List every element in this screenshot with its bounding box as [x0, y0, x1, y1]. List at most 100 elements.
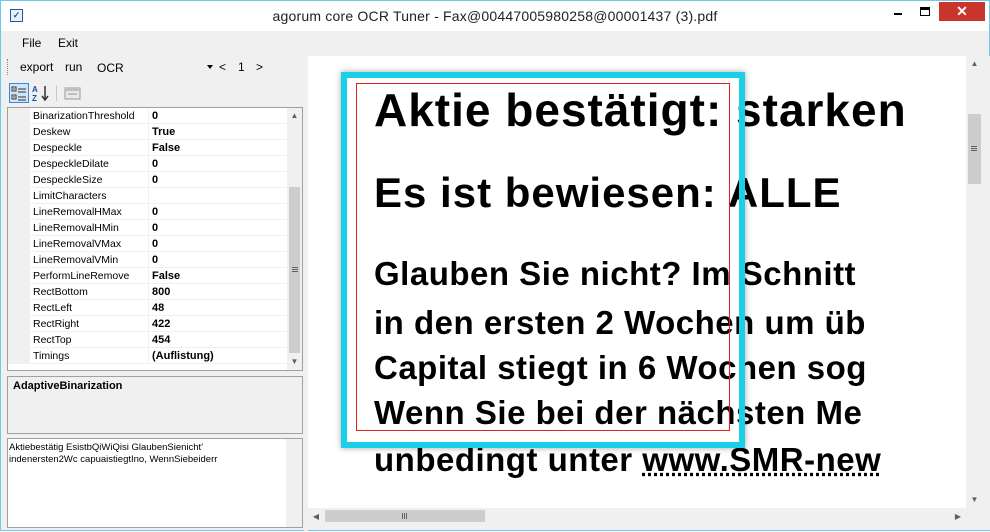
property-name: PerformLineRemove [33, 270, 130, 282]
menu-bar: File Exit [1, 31, 989, 53]
property-row[interactable]: RectRight 422 [8, 316, 287, 332]
svg-text:A: A [32, 85, 38, 94]
ocr-result-scrollbar[interactable] [286, 439, 302, 527]
property-row-gutter [8, 332, 30, 348]
mode-select[interactable]: OCR [92, 57, 218, 76]
alphabetical-view-button[interactable]: A Z [31, 83, 51, 103]
property-row[interactable]: PerformLineRemove False [8, 268, 287, 284]
property-row[interactable]: LineRemovalVMin 0 [8, 252, 287, 268]
scroll-down-arrow[interactable]: ▼ [287, 354, 302, 370]
property-value[interactable]: True [152, 126, 175, 138]
size-grip [966, 508, 983, 525]
property-rows: BinarizationThreshold 0 Deskew True Despeckl… [8, 108, 287, 364]
ocr-result-textarea[interactable]: Aktiebestätig EsistbQiWiQisi GlaubenSien… [7, 438, 303, 528]
property-grid[interactable]: BinarizationThreshold 0 Deskew True Despeckl… [7, 107, 303, 371]
run-button[interactable]: run [65, 60, 82, 74]
property-row[interactable]: DespeckleSize 0 [8, 172, 287, 188]
property-row[interactable]: LineRemovalHMin 0 [8, 220, 287, 236]
property-value[interactable]: 422 [152, 318, 170, 330]
property-value[interactable]: 0 [152, 110, 158, 122]
property-row[interactable]: Deskew True [8, 124, 287, 140]
property-description-title: AdaptiveBinarization [13, 380, 123, 392]
property-value[interactable]: 0 [152, 158, 158, 170]
categorized-icon [11, 86, 26, 101]
maximize-icon [920, 7, 930, 16]
scroll-left-arrow[interactable]: ◀ [308, 508, 324, 525]
categorized-view-button[interactable] [9, 83, 29, 103]
minimize-button[interactable] [885, 2, 911, 21]
property-row-gutter [8, 156, 30, 172]
toolbar-grip[interactable] [7, 59, 10, 75]
property-value[interactable]: 0 [152, 238, 158, 250]
menu-exit[interactable]: Exit [58, 36, 78, 50]
property-row[interactable]: Despeckle False [8, 140, 287, 156]
property-row[interactable]: LimitCharacters [8, 188, 287, 204]
scroll-up-arrow[interactable]: ▲ [287, 108, 302, 124]
property-column-divider [148, 268, 149, 284]
app-window: ✓ agorum core OCR Tuner - Fax@0044700598… [0, 0, 990, 532]
scroll-grip-icon [402, 513, 407, 519]
property-name: Despeckle [33, 142, 83, 154]
property-name: RectTop [33, 334, 72, 346]
document-view[interactable]: Aktie bestätigt: starken Es ist bewiesen… [308, 56, 990, 530]
property-row[interactable]: RectLeft 48 [8, 300, 287, 316]
property-value[interactable]: (Auflistung) [152, 350, 214, 362]
property-row-gutter [8, 252, 30, 268]
property-description-panel: AdaptiveBinarization [7, 376, 303, 434]
export-button[interactable]: export [20, 60, 53, 74]
property-value[interactable]: 0 [152, 254, 158, 266]
property-row-gutter [8, 188, 30, 204]
property-row-gutter [8, 236, 30, 252]
property-row[interactable]: RectBottom 800 [8, 284, 287, 300]
title-bar[interactable]: ✓ agorum core OCR Tuner - Fax@0044700598… [1, 1, 989, 31]
scroll-grip-icon [292, 267, 298, 272]
scroll-thumb[interactable] [289, 187, 300, 353]
scroll-up-arrow[interactable]: ▲ [966, 56, 983, 72]
property-value[interactable]: 800 [152, 286, 170, 298]
property-row-gutter [8, 172, 30, 188]
property-column-divider [148, 300, 149, 316]
property-value[interactable]: 0 [152, 206, 158, 218]
document-horizontal-scrollbar[interactable]: ◀ ▶ [308, 508, 966, 525]
property-pages-button[interactable] [63, 83, 83, 103]
scroll-thumb[interactable] [968, 114, 981, 184]
property-value[interactable]: 48 [152, 302, 164, 314]
property-row[interactable]: Timings (Auflistung) [8, 348, 287, 364]
property-value[interactable]: 0 [152, 174, 158, 186]
property-column-divider [148, 284, 149, 300]
highlight-annotation-box [341, 72, 745, 448]
horizontal-scroll-thumb[interactable] [325, 510, 485, 522]
property-value[interactable]: 454 [152, 334, 170, 346]
next-page-button[interactable]: > [256, 60, 263, 74]
property-name: LimitCharacters [33, 190, 107, 202]
scroll-right-arrow[interactable]: ▶ [950, 508, 966, 525]
property-column-divider [148, 348, 149, 364]
property-row[interactable]: BinarizationThreshold 0 [8, 108, 287, 124]
toolbar-separator [56, 85, 57, 101]
property-grid-scrollbar[interactable]: ▲ ▼ [287, 108, 302, 370]
property-row-gutter [8, 284, 30, 300]
property-row-gutter [8, 316, 30, 332]
property-pages-icon [64, 87, 81, 100]
property-column-divider [148, 220, 149, 236]
property-row-gutter [8, 204, 30, 220]
property-row[interactable]: LineRemovalHMax 0 [8, 204, 287, 220]
property-value[interactable]: False [152, 142, 180, 154]
sort-az-icon: A Z [32, 85, 49, 103]
menu-file[interactable]: File [22, 36, 41, 50]
property-value[interactable]: 0 [152, 222, 158, 234]
property-row[interactable]: LineRemovalVMax 0 [8, 236, 287, 252]
property-name: DespeckleDilate [33, 158, 109, 170]
property-row-gutter [8, 124, 30, 140]
toolbar: export run OCR < 1 > [7, 56, 303, 78]
scroll-down-arrow[interactable]: ▼ [966, 492, 983, 508]
prev-page-button[interactable]: < [219, 60, 226, 74]
property-row[interactable]: DespeckleDilate 0 [8, 156, 287, 172]
mode-select-value: OCR [97, 61, 124, 75]
property-row[interactable]: RectTop 454 [8, 332, 287, 348]
maximize-button[interactable] [912, 2, 938, 21]
close-button[interactable]: ✕ [939, 2, 985, 21]
document-page[interactable]: Aktie bestätigt: starken Es ist bewiesen… [308, 56, 966, 508]
property-value[interactable]: False [152, 270, 180, 282]
document-vertical-scrollbar[interactable]: ▲ ▼ [966, 56, 983, 508]
